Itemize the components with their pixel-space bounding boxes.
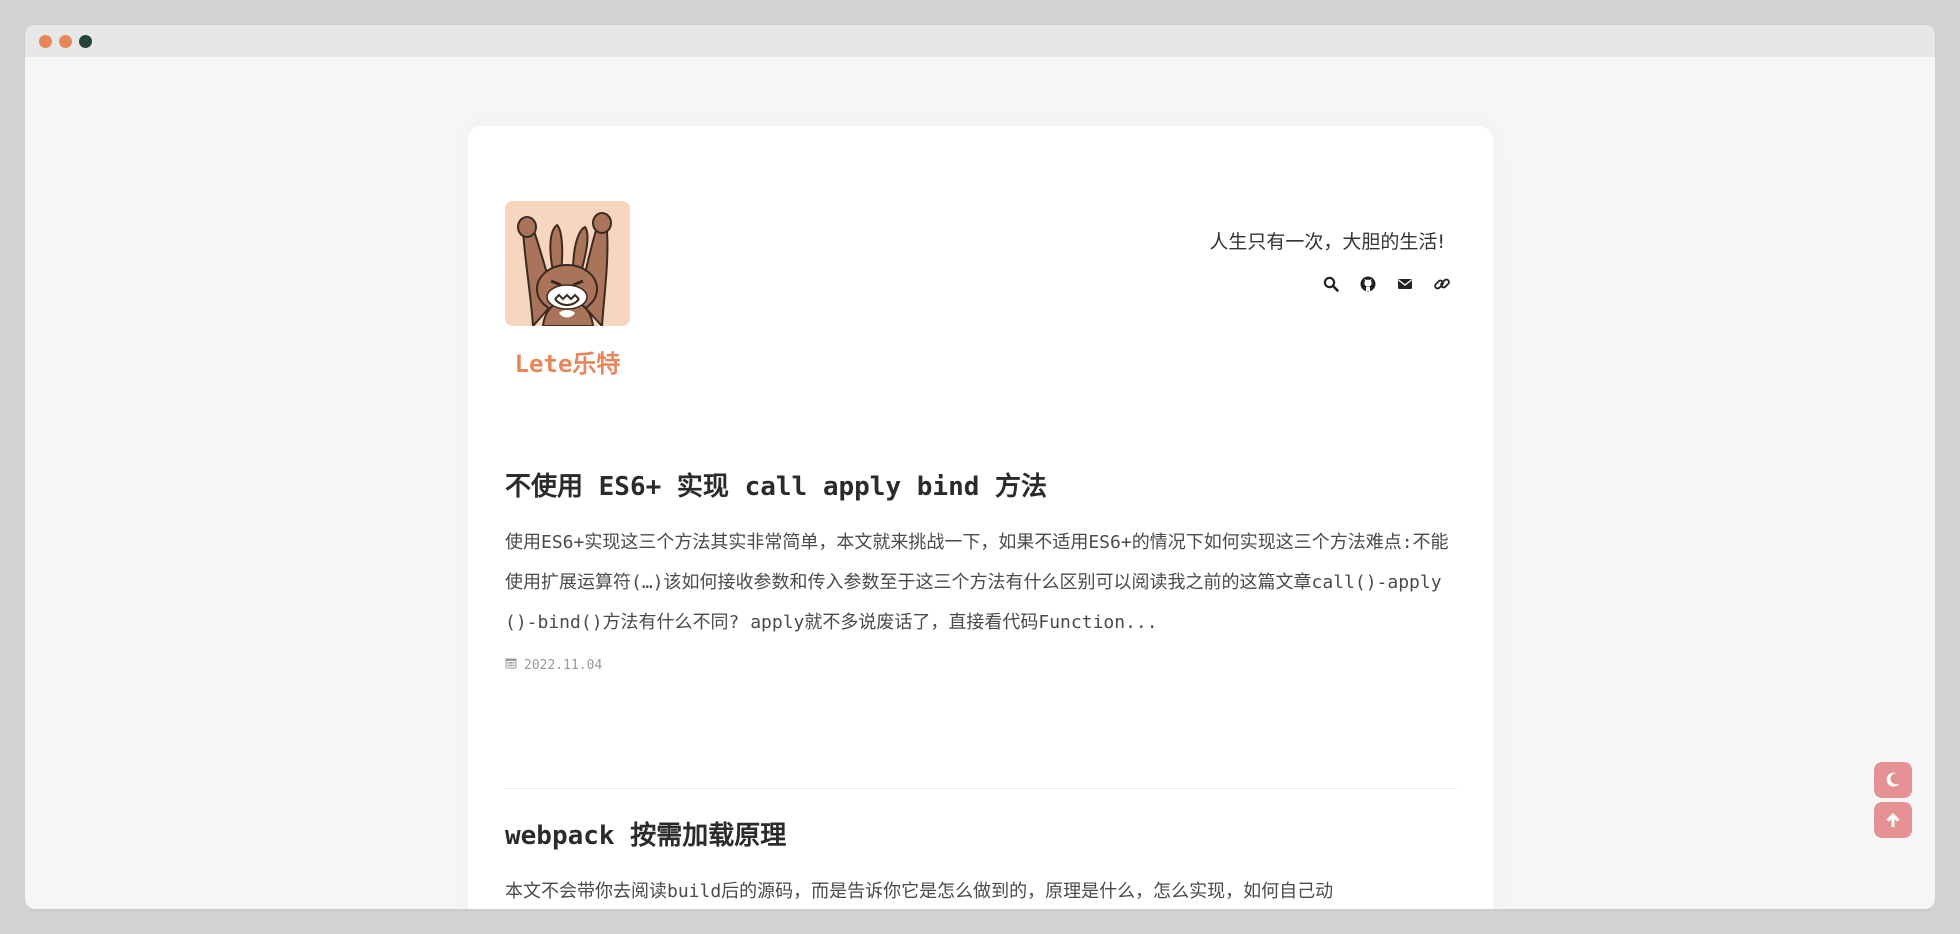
back-to-top-button[interactable]	[1874, 802, 1912, 838]
search-icon[interactable]	[1320, 273, 1342, 295]
window-titlebar	[25, 25, 1935, 57]
post-divider	[505, 788, 1457, 789]
mail-icon[interactable]	[1394, 273, 1416, 295]
avatar[interactable]	[505, 201, 630, 326]
post-title[interactable]: webpack 按需加载原理	[505, 818, 1457, 854]
browser-window: Lete乐特 人生只有一次，大胆的生活! 不使用 ES6+ 实现 call ap…	[25, 25, 1935, 909]
post-title[interactable]: 不使用 ES6+ 实现 call apply bind 方法	[505, 469, 1457, 505]
dark-mode-button[interactable]	[1874, 762, 1912, 798]
site-motto: 人生只有一次，大胆的生活!	[1209, 231, 1445, 253]
arrow-up-icon	[1886, 813, 1900, 827]
post-item: webpack 按需加载原理 本文不会带你去阅读build后的源码，而是告诉你它…	[505, 818, 1457, 909]
rabbit-avatar-icon	[505, 201, 630, 326]
post-excerpt: 使用ES6+实现这三个方法其实非常简单，本文就来挑战一下，如果不适用ES6+的情…	[505, 532, 1449, 634]
post-date: 2022.11.04	[524, 657, 603, 673]
moon-icon	[1886, 772, 1900, 787]
post-excerpt: 本文不会带你去阅读build后的源码，而是告诉你它是怎么做到的，原理是什么，怎么…	[505, 881, 1334, 903]
link-icon[interactable]	[1431, 273, 1453, 295]
window-close-dot[interactable]	[39, 35, 52, 48]
post-item: 不使用 ES6+ 实现 call apply bind 方法 使用ES6+实现这…	[505, 469, 1457, 673]
calendar-icon	[505, 657, 517, 673]
blog-card: Lete乐特 人生只有一次，大胆的生活! 不使用 ES6+ 实现 call ap…	[468, 126, 1493, 909]
post-meta: 2022.11.04	[505, 657, 1457, 673]
window-maximize-dot[interactable]	[79, 35, 92, 48]
window-minimize-dot[interactable]	[59, 35, 72, 48]
social-links	[1320, 273, 1453, 295]
github-icon[interactable]	[1357, 273, 1379, 295]
site-name[interactable]: Lete乐特	[505, 344, 630, 379]
